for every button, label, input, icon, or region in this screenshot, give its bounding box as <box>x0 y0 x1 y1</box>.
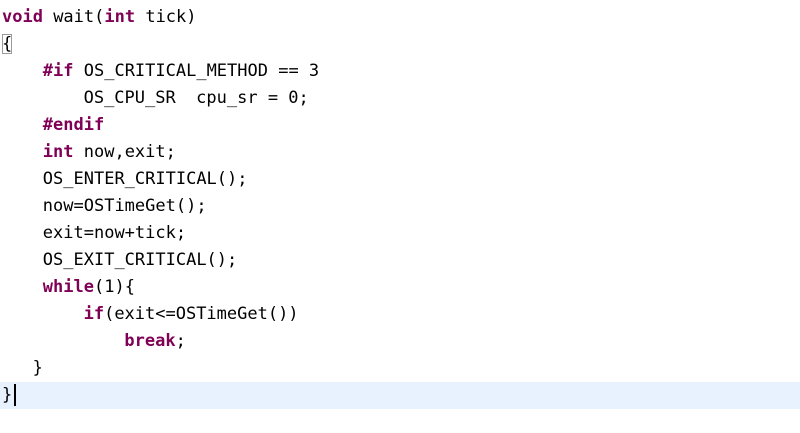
code-keyword: if <box>83 304 105 324</box>
code-text: { <box>2 34 13 54</box>
code-text: } <box>2 385 13 405</box>
code-text: now,exit; <box>73 142 176 162</box>
code-line[interactable]: while(1){ <box>0 274 800 301</box>
code-keyword: break <box>124 331 176 351</box>
code-line[interactable]: #if OS_CRITICAL_METHOD == 3 <box>0 58 800 85</box>
code-text: OS_CPU_SR cpu_sr = 0; <box>83 88 309 108</box>
code-keyword: #if <box>42 61 74 81</box>
code-line[interactable]: OS_ENTER_CRITICAL(); <box>0 166 800 193</box>
code-text: ; <box>175 331 186 351</box>
code-text: OS_CRITICAL_METHOD == 3 <box>73 61 320 81</box>
code-text: } <box>32 358 43 378</box>
code-line[interactable]: #endif <box>0 112 800 139</box>
code-text: (exit<=OSTimeGet()) <box>104 304 299 324</box>
code-text: now=OSTimeGet(); <box>42 196 207 216</box>
code-line[interactable]: } <box>0 355 800 382</box>
code-keyword: #endif <box>42 115 105 135</box>
code-text: OS_ENTER_CRITICAL(); <box>42 169 248 189</box>
code-line[interactable]: now=OSTimeGet(); <box>0 193 800 220</box>
code-line[interactable]: } <box>0 382 800 409</box>
code-line[interactable]: OS_CPU_SR cpu_sr = 0; <box>0 85 800 112</box>
code-text: wait( <box>42 7 105 27</box>
code-keyword: int <box>104 7 136 27</box>
code-keyword: while <box>42 277 94 297</box>
code-keyword: int <box>42 142 74 162</box>
code-line[interactable]: int now,exit; <box>0 139 800 166</box>
code-text: (1){ <box>93 277 135 297</box>
code-line[interactable]: { <box>0 31 800 58</box>
code-line[interactable]: OS_EXIT_CRITICAL(); <box>0 247 800 274</box>
code-text: exit=now+tick; <box>42 223 187 243</box>
code-keyword: void <box>2 7 43 27</box>
code-text: tick) <box>135 7 197 27</box>
code-line[interactable]: exit=now+tick; <box>0 220 800 247</box>
code-text: OS_EXIT_CRITICAL(); <box>42 250 238 270</box>
text-caret <box>14 384 17 406</box>
code-editor[interactable]: void wait(int tick){#if OS_CRITICAL_METH… <box>0 0 800 433</box>
code-line[interactable]: if(exit<=OSTimeGet()) <box>0 301 800 328</box>
code-line[interactable]: break; <box>0 328 800 355</box>
code-line[interactable]: void wait(int tick) <box>0 4 800 31</box>
